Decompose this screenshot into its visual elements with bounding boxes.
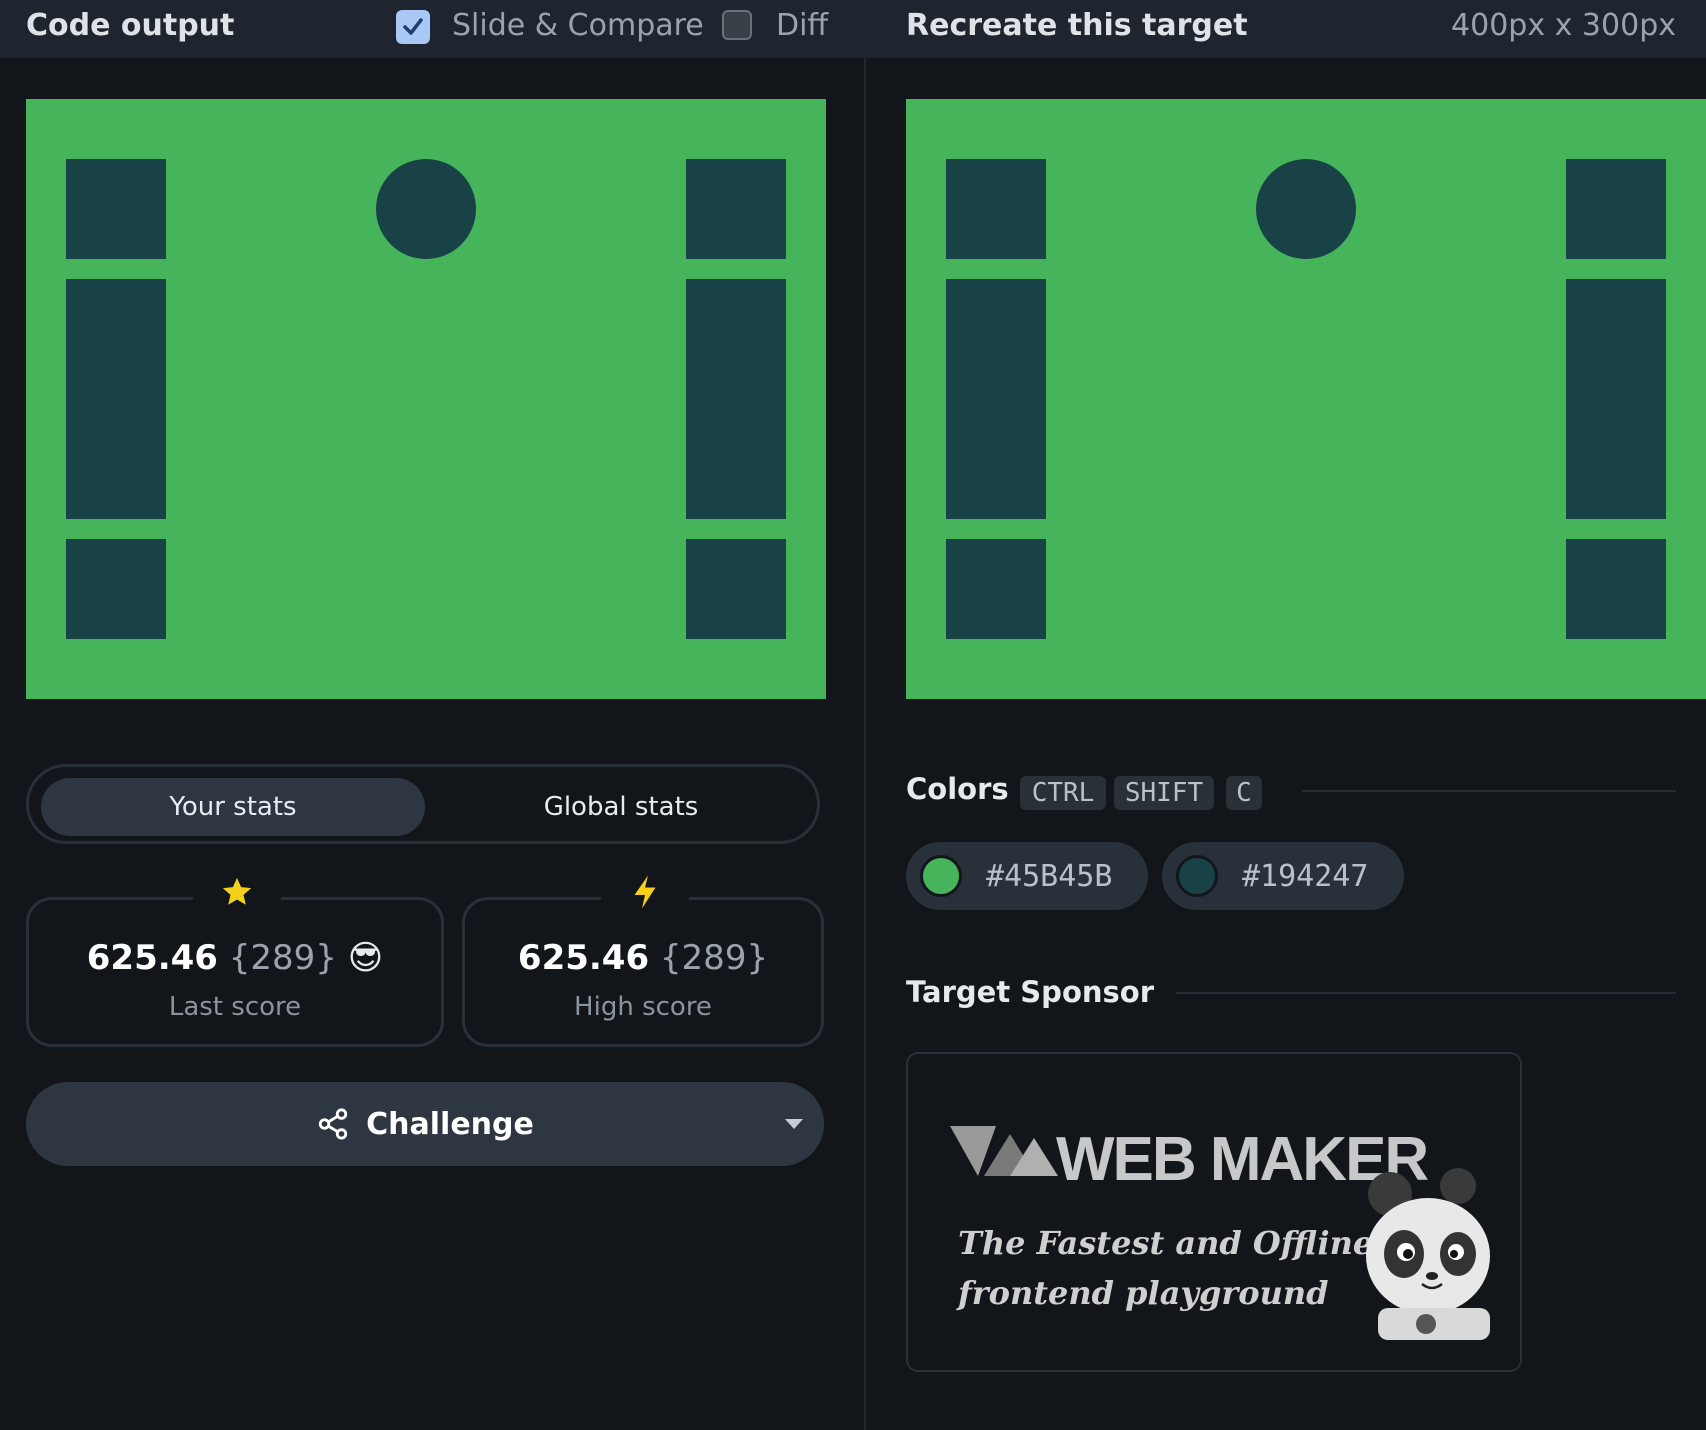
kbd-ctrl: CTRL (1020, 776, 1106, 810)
block-left-bottom (946, 539, 1046, 639)
tab-global-stats[interactable]: Global stats (429, 778, 813, 836)
target-header: Recreate this target 400px x 300px (866, 0, 1706, 58)
block-right-middle (686, 279, 786, 519)
sponsor-tagline-1: The Fastest and Offline (958, 1224, 1374, 1262)
lightning-icon (601, 870, 689, 914)
sponsor-title: Target Sponsor (906, 975, 1155, 1009)
color-hex-green: #45B45B (986, 858, 1113, 894)
high-score-label: High score (574, 992, 712, 1022)
color-chip-dark[interactable]: #194247 (1162, 842, 1404, 910)
color-swatch-dark (1176, 855, 1218, 897)
target-size-label: 400px x 300px (1451, 8, 1676, 43)
share-icon (318, 1108, 348, 1140)
high-score-paren: {289} (659, 938, 769, 978)
output-title: Code output (26, 8, 235, 43)
block-left-middle (946, 279, 1046, 519)
circle (1256, 159, 1356, 259)
challenge-button[interactable]: Challenge (26, 1082, 824, 1166)
last-score-value-line: 625.46 {289} 😎 (29, 938, 441, 978)
block-left-middle (66, 279, 166, 519)
last-score-paren: {289} (228, 938, 337, 978)
high-score-value-line: 625.46 {289} (465, 938, 821, 978)
high-score-value: 625.46 (517, 938, 650, 978)
circle (376, 159, 476, 259)
panda-mascot-icon (1366, 1168, 1490, 1340)
sponsor-card[interactable]: WEB MAKER The Fastest and Offline fronte… (906, 1052, 1522, 1372)
color-swatch-green (920, 855, 962, 897)
target-title: Recreate this target (906, 8, 1248, 43)
block-right-top (686, 159, 786, 259)
sunglasses-emoji: 😎 (347, 938, 384, 978)
kbd-shift: SHIFT (1114, 776, 1214, 810)
last-score-label: Last score (168, 992, 302, 1022)
sponsor-divider (1176, 992, 1676, 994)
high-score-card: 625.46 {289} High score (462, 870, 824, 1047)
block-right-bottom (1566, 539, 1666, 639)
block-right-top (1566, 159, 1666, 259)
stats-toggle: Your stats Global stats (26, 764, 820, 844)
checkmark-icon (403, 18, 423, 35)
color-hex-dark: #194247 (1242, 858, 1369, 894)
block-left-bottom (66, 539, 166, 639)
block-left-top (946, 159, 1046, 259)
chevron-down-icon[interactable] (784, 1118, 804, 1130)
slide-compare-label[interactable]: Slide & Compare (452, 8, 704, 43)
block-left-top (66, 159, 166, 259)
sponsor-tagline-2: frontend playground (958, 1274, 1329, 1312)
star-icon (193, 870, 281, 914)
output-canvas[interactable] (26, 99, 826, 699)
kbd-c: C (1226, 776, 1262, 810)
last-score-card: 625.46 {289} 😎 Last score (26, 870, 444, 1047)
diff-checkbox[interactable] (722, 10, 752, 40)
slide-compare-checkbox[interactable] (396, 10, 430, 44)
challenge-label: Challenge (366, 1106, 534, 1142)
last-score-value: 625.46 (86, 938, 218, 978)
webmaker-logo-icon (950, 1126, 1058, 1176)
colors-divider (1302, 790, 1676, 792)
color-chip-green[interactable]: #45B45B (906, 842, 1148, 910)
colors-title: Colors (906, 772, 1009, 806)
panel-divider[interactable] (864, 0, 866, 1430)
tab-your-stats[interactable]: Your stats (41, 778, 425, 836)
target-canvas (906, 99, 1706, 699)
output-header: Code output Slide & Compare Diff (0, 0, 864, 58)
block-right-bottom (686, 539, 786, 639)
diff-label[interactable]: Diff (776, 8, 828, 43)
block-right-middle (1566, 279, 1666, 519)
